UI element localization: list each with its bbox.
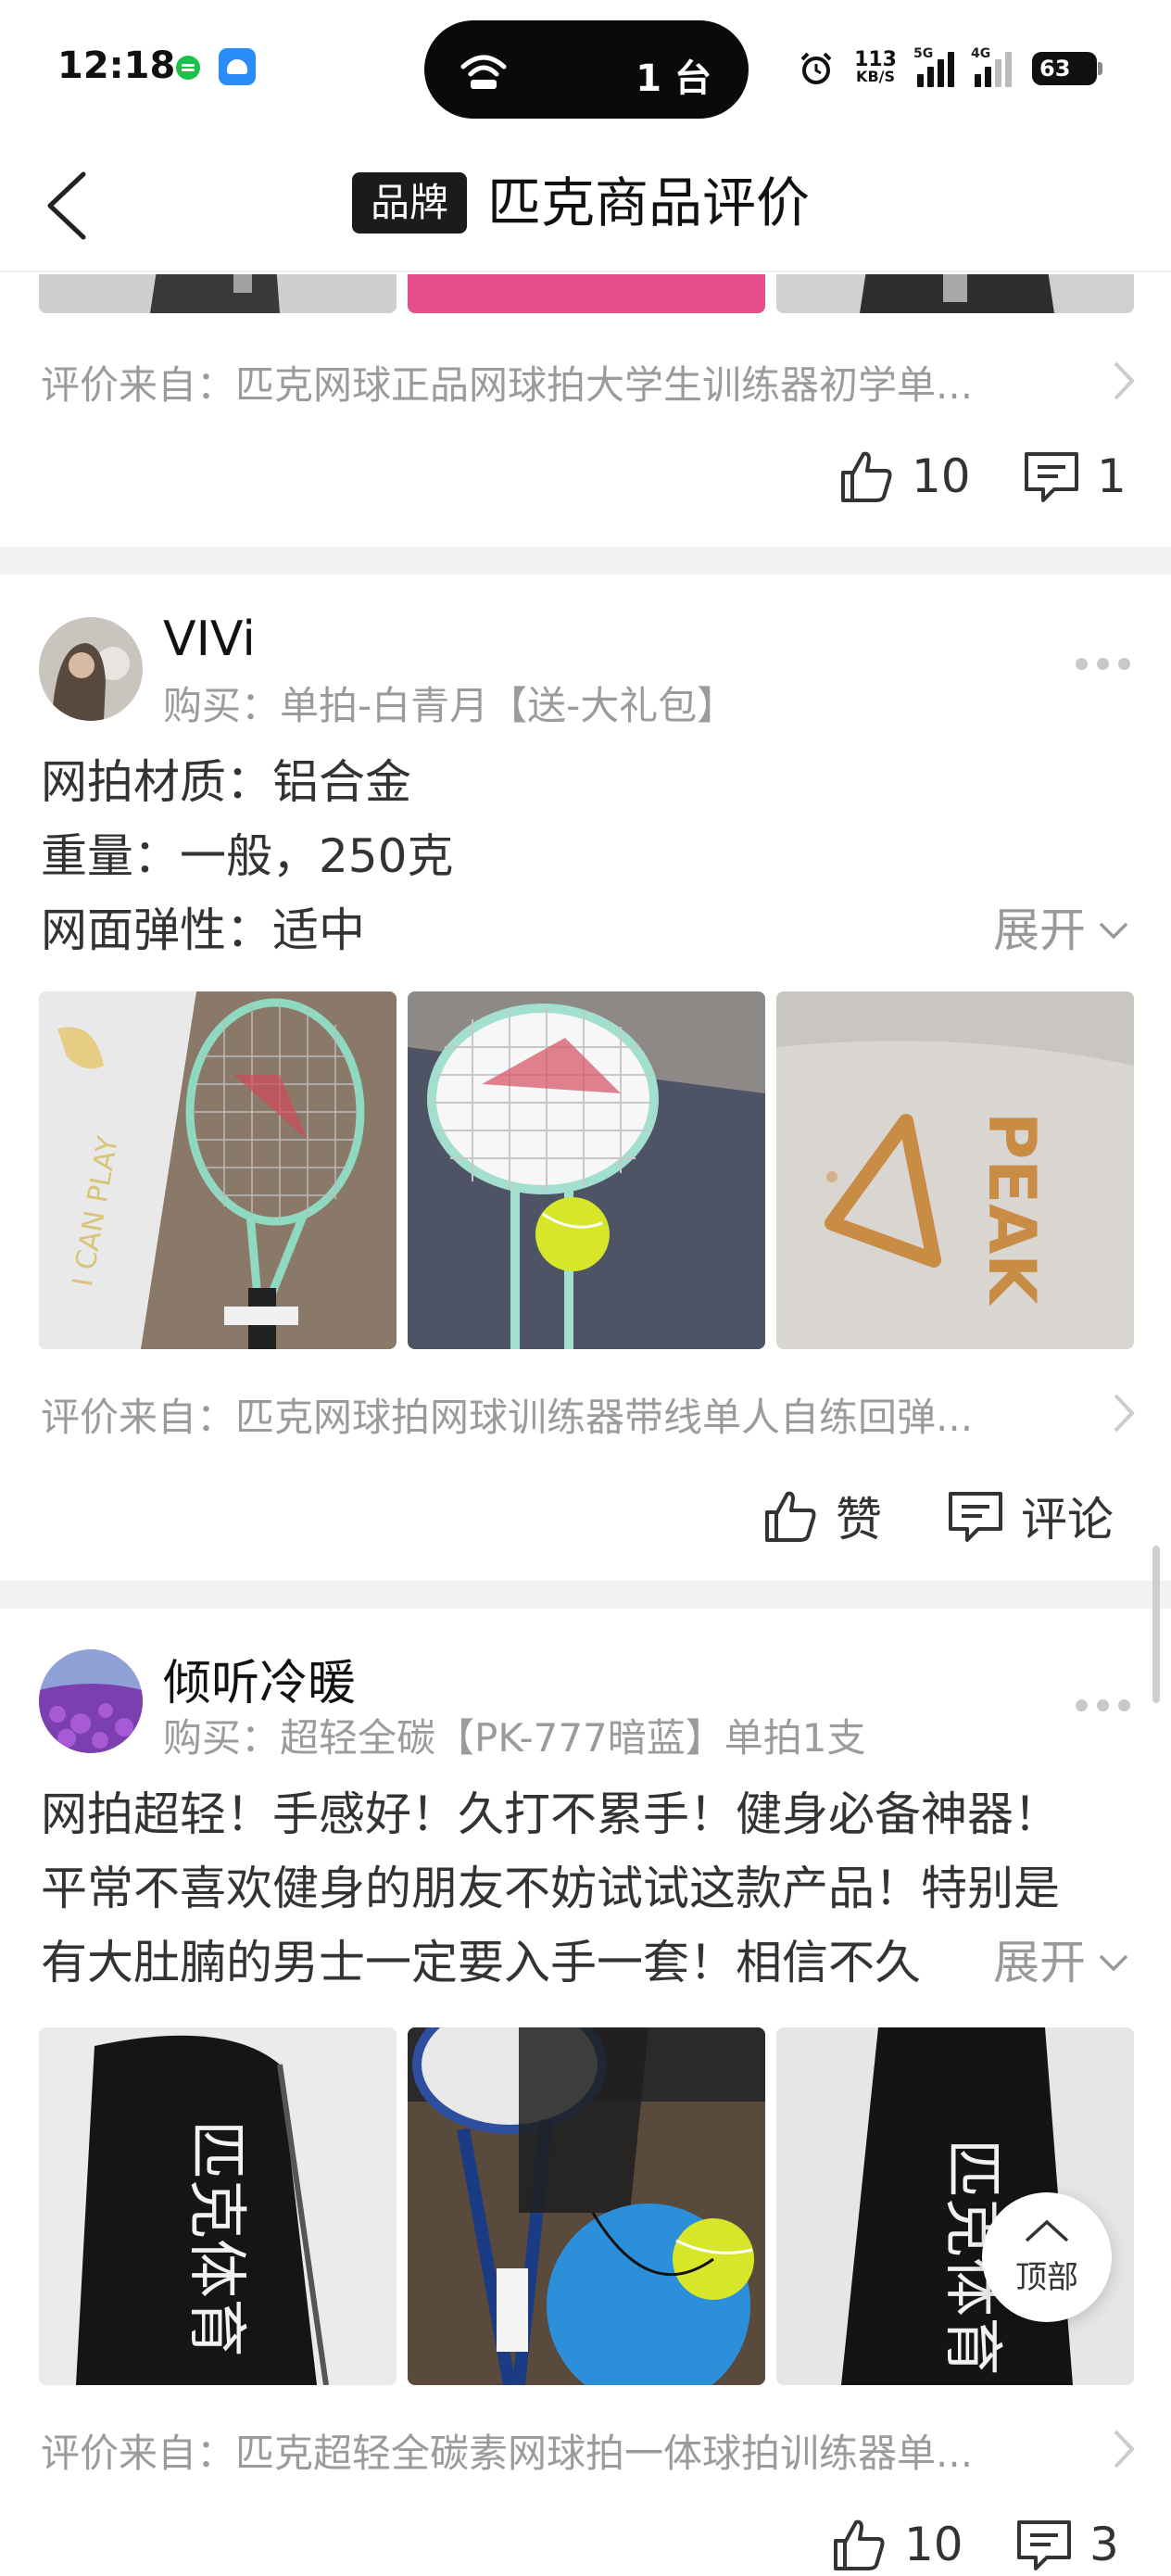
review-text-line: 网面弹性：适中 bbox=[41, 903, 365, 957]
comment-button[interactable]: 1 bbox=[1023, 448, 1127, 504]
expand-label: 展开 bbox=[993, 903, 1086, 957]
avatar[interactable] bbox=[39, 1649, 143, 1753]
review-photo[interactable] bbox=[408, 991, 765, 1349]
status-icons: 113 KB/S 5G 4G 63 bbox=[799, 41, 1102, 96]
status-bar: 12:18 1 台 113 KB/S 5G 4G 63 bbox=[0, 0, 1171, 139]
separator bbox=[0, 1581, 1171, 1609]
review-photo[interactable] bbox=[408, 2027, 765, 2385]
review-photo[interactable]: 匹克体育 bbox=[39, 2027, 397, 2385]
svg-text:匹克体育: 匹克体育 bbox=[182, 2120, 250, 2357]
comment-button[interactable]: 3 bbox=[1015, 2517, 1119, 2572]
comment-icon bbox=[1017, 2520, 1071, 2570]
review-photo[interactable] bbox=[776, 274, 1134, 313]
review-photo[interactable]: PEAK bbox=[776, 991, 1134, 1349]
status-time: 12:18 bbox=[57, 44, 176, 87]
net-speed-value: 113 bbox=[854, 48, 897, 71]
purchase-info: 购买：超轻全碳【PK-777暗蓝】单拍1支 bbox=[163, 1715, 866, 1761]
avatar[interactable] bbox=[39, 617, 143, 721]
review-text-line: 网拍材质：铝合金 bbox=[41, 755, 411, 809]
nav-header: 品牌 匹克商品评价 bbox=[0, 139, 1171, 272]
thumbs-up-icon bbox=[841, 451, 892, 502]
like-label: 赞 bbox=[836, 1493, 882, 1547]
like-count: 10 bbox=[912, 449, 971, 503]
comment-label: 评论 bbox=[1021, 1493, 1114, 1547]
sim2-label: 4G bbox=[971, 46, 991, 61]
review-text-line: 有大肚腩的男士一定要入手一套！相信不久 bbox=[41, 1936, 921, 1989]
sim1-label: 5G bbox=[913, 46, 934, 61]
chevron-right-icon[interactable] bbox=[1110, 2428, 1138, 2470]
svg-text:PEAK: PEAK bbox=[974, 1112, 1050, 1307]
like-button[interactable]: 赞 bbox=[762, 1483, 882, 1549]
chevron-right-icon[interactable] bbox=[1110, 1392, 1138, 1434]
comment-count: 1 bbox=[1097, 449, 1127, 503]
messaging-app-icon bbox=[176, 56, 200, 80]
back-arrow-icon[interactable] bbox=[41, 167, 96, 245]
thumbs-up-icon bbox=[834, 2519, 885, 2570]
back-to-top-button[interactable]: 顶部 bbox=[982, 2192, 1112, 2322]
comment-count: 3 bbox=[1089, 2518, 1119, 2571]
chevron-up-icon bbox=[1025, 2219, 1069, 2242]
review-source[interactable]: 评价来自：匹克超轻全碳素网球拍一体球拍训练器单... bbox=[41, 2422, 973, 2479]
comment-icon bbox=[949, 1492, 1002, 1542]
review-source[interactable]: 评价来自：匹克网球正品网球拍大学生训练器初学单... bbox=[41, 354, 973, 410]
review-source[interactable]: 评价来自：匹克网球拍网球训练器带线单人自练回弹... bbox=[41, 1386, 973, 1443]
review-text-line: 重量：一般，250克 bbox=[41, 829, 454, 883]
like-button[interactable]: 10 bbox=[830, 2517, 963, 2572]
battery-level: 63 bbox=[1039, 56, 1071, 82]
like-count: 10 bbox=[904, 2518, 963, 2571]
thumbs-up-icon bbox=[765, 1491, 816, 1542]
signal-icon: 5G bbox=[913, 46, 954, 87]
review-photo[interactable]: PEAK bbox=[408, 274, 765, 313]
comment-icon bbox=[1025, 452, 1078, 502]
username[interactable]: VIVi bbox=[163, 612, 256, 667]
more-options-icon[interactable] bbox=[1076, 658, 1130, 670]
back-to-top-label: 顶部 bbox=[1015, 2259, 1078, 2296]
signal-icon-2: 4G bbox=[971, 46, 1012, 87]
net-speed: 113 KB/S bbox=[854, 48, 897, 85]
more-options-icon[interactable] bbox=[1076, 1699, 1130, 1711]
page-title: 匹克商品评价 bbox=[487, 171, 811, 234]
username[interactable]: 倾听冷暖 bbox=[163, 1644, 356, 1713]
expand-button[interactable]: 展开 bbox=[975, 1926, 1130, 2000]
scrollbar[interactable] bbox=[1152, 1546, 1160, 1703]
battery-icon: 63 bbox=[1032, 52, 1102, 85]
separator bbox=[0, 547, 1171, 575]
hotspot-icon bbox=[460, 55, 507, 89]
review-text-line: 平常不喜欢健身的朋友不妨试试这款产品！特别是 bbox=[41, 1862, 1060, 1915]
android-app-icon bbox=[219, 48, 256, 85]
dynamic-island[interactable]: 1 台 bbox=[424, 20, 749, 119]
purchase-info: 购买：单拍-白青月【送-大礼包】 bbox=[163, 683, 737, 728]
island-text: 1 台 bbox=[636, 57, 711, 100]
brand-badge: 品牌 bbox=[352, 172, 468, 234]
review-photo[interactable]: I CAN PLAY bbox=[39, 991, 397, 1349]
review-photo[interactable] bbox=[39, 274, 397, 313]
chevron-down-icon bbox=[1099, 922, 1128, 940]
chevron-down-icon bbox=[1099, 1954, 1128, 1972]
net-speed-unit: KB/S bbox=[856, 68, 896, 85]
expand-button[interactable]: 展开 bbox=[975, 893, 1130, 967]
expand-label: 展开 bbox=[993, 1936, 1086, 1989]
alarm-icon bbox=[800, 52, 832, 84]
review-text-line: 网拍超轻！手感好！久打不累手！健身必备神器！ bbox=[41, 1787, 1060, 1841]
like-button[interactable]: 10 bbox=[837, 448, 971, 504]
chevron-right-icon[interactable] bbox=[1110, 360, 1138, 402]
comment-button[interactable]: 评论 bbox=[947, 1483, 1114, 1549]
